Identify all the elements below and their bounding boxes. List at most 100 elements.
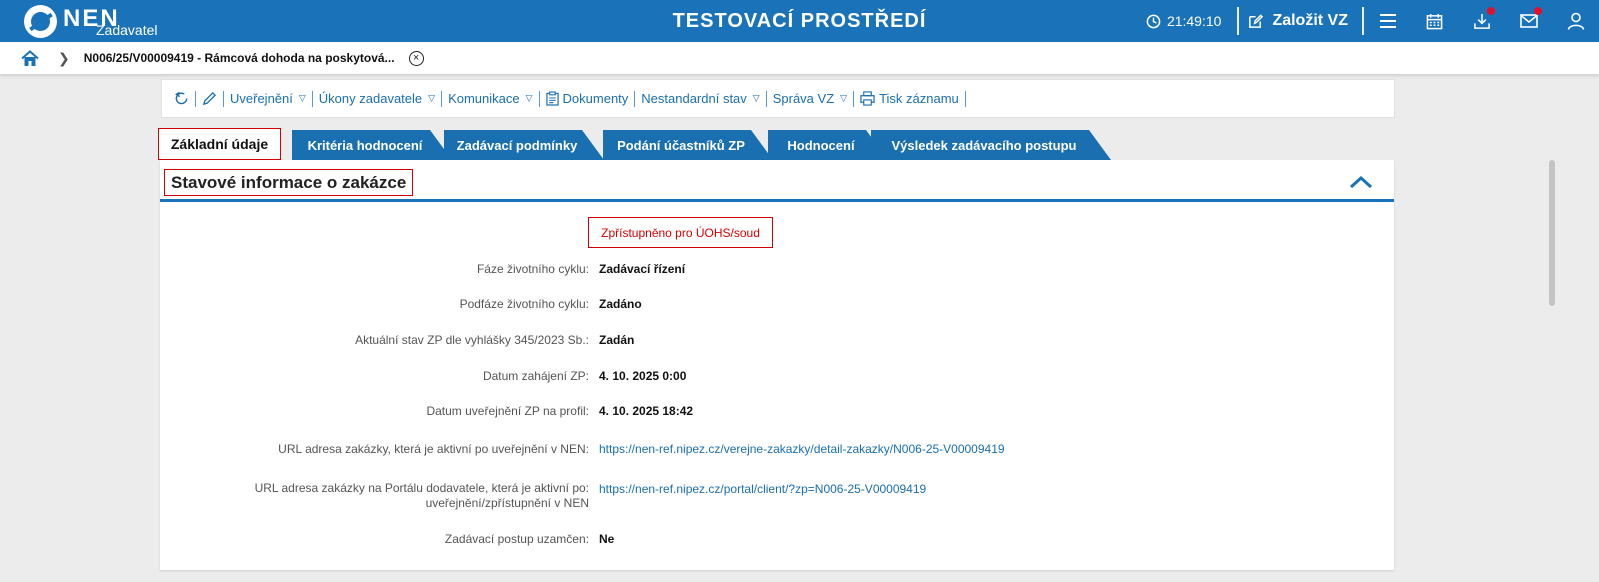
field-label: URL adresa zakázky, která je aktivní po … bbox=[169, 442, 589, 457]
tab-label: Zadávací podmínky bbox=[456, 137, 578, 153]
tab-podani[interactable]: Podání účastníků ZP bbox=[603, 130, 773, 160]
download-notification-dot bbox=[1487, 7, 1495, 15]
tab-kriteria[interactable]: Kritéria hodnocení bbox=[292, 130, 452, 160]
clipboard-icon bbox=[545, 91, 559, 106]
field-label: URL adresa zakázky na Portálu dodavatele… bbox=[254, 481, 589, 495]
field-value: Zadávací řízení bbox=[599, 262, 686, 276]
session-clock: 21:49:10 bbox=[1146, 13, 1222, 29]
field-label: Aktuální stav ZP dle vyhlášky 345/2023 S… bbox=[169, 333, 589, 348]
dropdown-arrow-icon: ▽ bbox=[525, 93, 533, 103]
pencil-icon bbox=[202, 91, 217, 106]
field-label: Podfáze životního cyklu bbox=[169, 297, 589, 312]
logo-mark-icon bbox=[24, 4, 57, 38]
tab-zakladni-udaje[interactable]: Základní údaje bbox=[158, 128, 281, 160]
field-value: 4. 10. 2025 18:42 bbox=[599, 404, 694, 418]
print-button[interactable]: Tisk záznamu bbox=[854, 91, 965, 106]
toolbar-divider bbox=[195, 90, 196, 107]
breadcrumb-current[interactable]: N006/25/V00009419 - Rámcová dohoda na po… bbox=[84, 51, 395, 65]
panel-title: Stavové informace o zakázce bbox=[164, 169, 414, 196]
portal-url-link[interactable]: https://nen-ref.nipez.cz/portal/client/?… bbox=[599, 482, 926, 497]
close-record-button[interactable]: × bbox=[408, 50, 424, 66]
tab-label: Hodnocení bbox=[787, 137, 855, 153]
top-bar: NEN Zadavatel TESTOVACÍ PROSTŘEDÍ 21:49:… bbox=[0, 0, 1599, 42]
communication-menu[interactable]: Komunikace ▽ bbox=[442, 91, 538, 106]
field-value: Zadán bbox=[599, 333, 635, 347]
dropdown-arrow-icon: ▽ bbox=[752, 93, 760, 103]
header-divider bbox=[1237, 7, 1240, 35]
user-icon bbox=[1567, 12, 1584, 30]
mail-icon bbox=[1519, 14, 1538, 28]
actions-menu[interactable]: Úkony zadavatele ▽ bbox=[313, 91, 441, 106]
downloads-button[interactable] bbox=[1458, 0, 1505, 42]
toolbar-divider bbox=[634, 90, 636, 107]
publish-menu-label: Uveřejnění bbox=[230, 91, 293, 106]
tab-hodnoceni[interactable]: Hodnocení bbox=[768, 130, 888, 160]
publish-menu[interactable]: Uveřejnění ▽ bbox=[224, 91, 312, 106]
toolbar-divider bbox=[311, 90, 313, 107]
toolbar-divider bbox=[441, 90, 443, 107]
download-icon bbox=[1473, 13, 1490, 29]
actions-menu-label: Úkony zadavatele bbox=[318, 91, 423, 106]
toolbar-divider bbox=[538, 90, 540, 107]
user-button[interactable] bbox=[1552, 0, 1599, 42]
clock-icon bbox=[1146, 14, 1161, 28]
menu-button[interactable] bbox=[1364, 0, 1411, 42]
chevron-right-icon: ❯ bbox=[58, 49, 70, 66]
dropdown-arrow-icon: ▽ bbox=[428, 93, 436, 103]
create-vz-label: Založit VZ bbox=[1272, 12, 1348, 29]
refresh-button[interactable] bbox=[168, 91, 195, 106]
nonstandard-state-label: Nestandardní stav bbox=[641, 91, 747, 106]
admin-menu[interactable]: Správa VZ ▽ bbox=[767, 91, 853, 106]
field-label: Datum uveřejnění ZP na profil bbox=[169, 404, 589, 419]
logo-subtitle: Zadavatel bbox=[96, 22, 158, 38]
chevron-up-icon[interactable] bbox=[1348, 172, 1374, 192]
print-label: Tisk záznamu bbox=[879, 91, 959, 106]
tab-vysledek[interactable]: Výsledek zadávacího postupu bbox=[871, 130, 1111, 160]
field-label: Zadávací postup uzamčen bbox=[169, 532, 589, 547]
access-status-badge: Zpřístupněno pro ÚOHS/soud bbox=[588, 217, 773, 248]
tab-label: Výsledek zadávacího postupu bbox=[891, 137, 1077, 153]
documents-label: Dokumenty bbox=[562, 91, 629, 106]
toolbar-divider bbox=[964, 90, 966, 107]
messages-button[interactable] bbox=[1505, 0, 1552, 42]
field-label: Datum zahájení ZP bbox=[169, 369, 589, 384]
home-button[interactable] bbox=[21, 48, 41, 68]
clock-time: 21:49:10 bbox=[1166, 13, 1222, 29]
scrollbar-thumb[interactable] bbox=[1549, 160, 1555, 306]
tab-label: Kritéria hodnocení bbox=[307, 137, 423, 153]
printer-icon bbox=[860, 91, 875, 106]
toolbar-divider bbox=[223, 90, 224, 107]
status-info-panel: Stavové informace o zakázce Zpřístupněno… bbox=[160, 160, 1394, 570]
dropdown-arrow-icon: ▽ bbox=[840, 93, 848, 103]
tab-label: Podání účastníků ZP bbox=[617, 137, 745, 153]
tab-zadavaci-podminky[interactable]: Zadávací podmínky bbox=[444, 130, 604, 160]
nonstandard-state-menu[interactable]: Nestandardní stav ▽ bbox=[635, 91, 765, 106]
field-value: Ne bbox=[599, 532, 615, 546]
tab-label: Základní údaje bbox=[170, 136, 269, 152]
menu-icon bbox=[1379, 14, 1396, 28]
edit-button[interactable] bbox=[196, 91, 223, 106]
breadcrumb: ❯ N006/25/V00009419 - Rámcová dohoda na … bbox=[0, 42, 1599, 74]
panel-header: Stavové informace o zakázce bbox=[160, 160, 1394, 202]
mail-notification-dot bbox=[1534, 7, 1542, 15]
nen-url-link[interactable]: https://nen-ref.nipez.cz/verejne-zakazky… bbox=[599, 442, 1005, 457]
dropdown-arrow-icon: ▽ bbox=[298, 93, 306, 103]
calendar-button[interactable] bbox=[1411, 0, 1458, 42]
record-toolbar: Uveřejnění ▽ Úkony zadavatele ▽ Komunikace… bbox=[161, 79, 1395, 118]
refresh-icon bbox=[175, 91, 188, 105]
field-label: uveřejnění/zpřístupnění v NEN bbox=[425, 496, 589, 510]
communication-menu-label: Komunikace bbox=[448, 91, 520, 106]
admin-menu-label: Správa VZ bbox=[772, 91, 835, 106]
toolbar-divider bbox=[765, 90, 767, 107]
documents-button[interactable]: Dokumenty bbox=[540, 91, 635, 106]
page-scrollbar[interactable] bbox=[1548, 160, 1556, 570]
home-icon bbox=[21, 49, 39, 66]
field-value: Zadáno bbox=[599, 297, 642, 311]
field-value: 4. 10. 2025 0:00 bbox=[599, 369, 687, 383]
header-actions: 21:49:10 Založit VZ bbox=[1146, 0, 1599, 42]
calendar-icon bbox=[1426, 13, 1443, 29]
field-label: Fáze životního cyklu bbox=[169, 262, 589, 277]
create-vz-button[interactable]: Založit VZ bbox=[1239, 12, 1362, 30]
edit-icon bbox=[1249, 13, 1264, 28]
toolbar-divider bbox=[853, 90, 855, 107]
